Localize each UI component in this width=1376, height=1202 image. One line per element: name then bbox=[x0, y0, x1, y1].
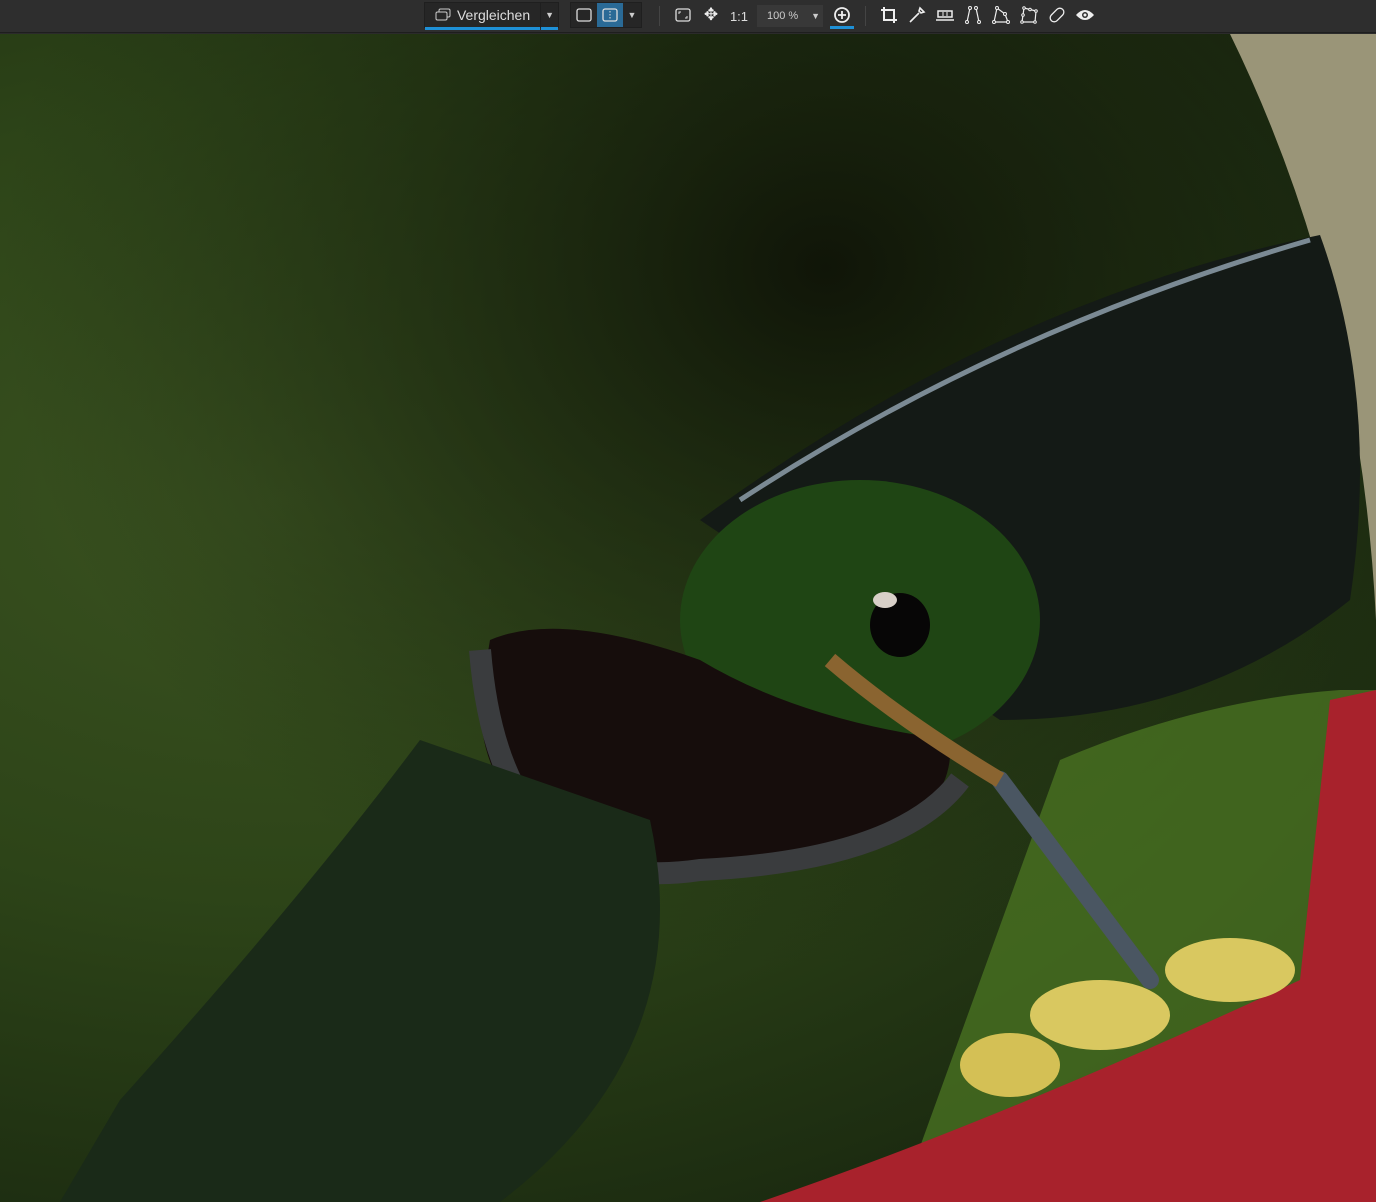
perspective-4-button[interactable] bbox=[991, 5, 1011, 25]
split-view-icon bbox=[602, 8, 618, 22]
compare-active-underline bbox=[425, 27, 541, 30]
compare-label: Vergleichen bbox=[456, 7, 531, 23]
perspective-8-button[interactable] bbox=[1019, 5, 1039, 25]
chevron-down-icon: ▼ bbox=[627, 10, 637, 20]
one-to-one-label: 1:1 bbox=[729, 8, 749, 24]
zoom-active-underline bbox=[830, 26, 854, 29]
compare-dropdown[interactable]: ▼ bbox=[540, 3, 558, 30]
repair-icon bbox=[1049, 7, 1065, 23]
eyedropper-icon bbox=[909, 6, 926, 23]
divider bbox=[865, 6, 866, 26]
view-mode-group: ▼ bbox=[570, 2, 642, 28]
vertical-perspective-button[interactable] bbox=[963, 5, 983, 25]
fit-screen-icon bbox=[675, 8, 691, 22]
image-canvas[interactable] bbox=[0, 34, 1376, 1202]
perspective-8-icon bbox=[1020, 6, 1038, 24]
chevron-down-icon: ▼ bbox=[545, 10, 555, 20]
dropdown-underline bbox=[541, 27, 558, 30]
divider bbox=[659, 6, 660, 26]
preview-button[interactable] bbox=[1075, 5, 1095, 25]
crop-icon bbox=[881, 7, 897, 23]
zoom-value: 100 % bbox=[767, 10, 799, 22]
horizon-icon bbox=[936, 10, 954, 21]
viewer-toolbar: Vergleichen ▼ ▼ ✥ 1:1 100 % ▼ bbox=[0, 0, 1376, 33]
split-view-button[interactable] bbox=[597, 3, 623, 27]
crop-button[interactable] bbox=[879, 5, 899, 25]
single-view-button[interactable] bbox=[571, 3, 597, 27]
zoom-in-icon bbox=[834, 7, 850, 23]
fit-screen-button[interactable] bbox=[673, 5, 693, 25]
one-to-one-button[interactable]: 1:1 bbox=[728, 4, 750, 28]
compare-group: Vergleichen ▼ bbox=[424, 2, 559, 30]
horizon-button[interactable] bbox=[935, 5, 955, 25]
move-icon: ✥ bbox=[703, 5, 719, 24]
compare-icon bbox=[435, 8, 451, 21]
compare-button[interactable]: Vergleichen bbox=[425, 3, 541, 30]
chevron-down-icon: ▼ bbox=[811, 11, 820, 21]
perspective-4-icon bbox=[992, 6, 1010, 24]
zoom-in-button[interactable] bbox=[830, 5, 854, 29]
zoom-select[interactable]: 100 % ▼ bbox=[757, 5, 823, 27]
move-button[interactable]: ✥ bbox=[701, 5, 721, 25]
eye-icon bbox=[1076, 10, 1094, 20]
single-view-icon bbox=[576, 8, 592, 22]
view-mode-dropdown[interactable]: ▼ bbox=[623, 3, 641, 27]
repair-button[interactable] bbox=[1047, 5, 1067, 25]
hummingbird-photo bbox=[0, 34, 1376, 1202]
vertical-perspective-icon bbox=[965, 6, 981, 24]
eyedropper-button[interactable] bbox=[907, 5, 927, 25]
